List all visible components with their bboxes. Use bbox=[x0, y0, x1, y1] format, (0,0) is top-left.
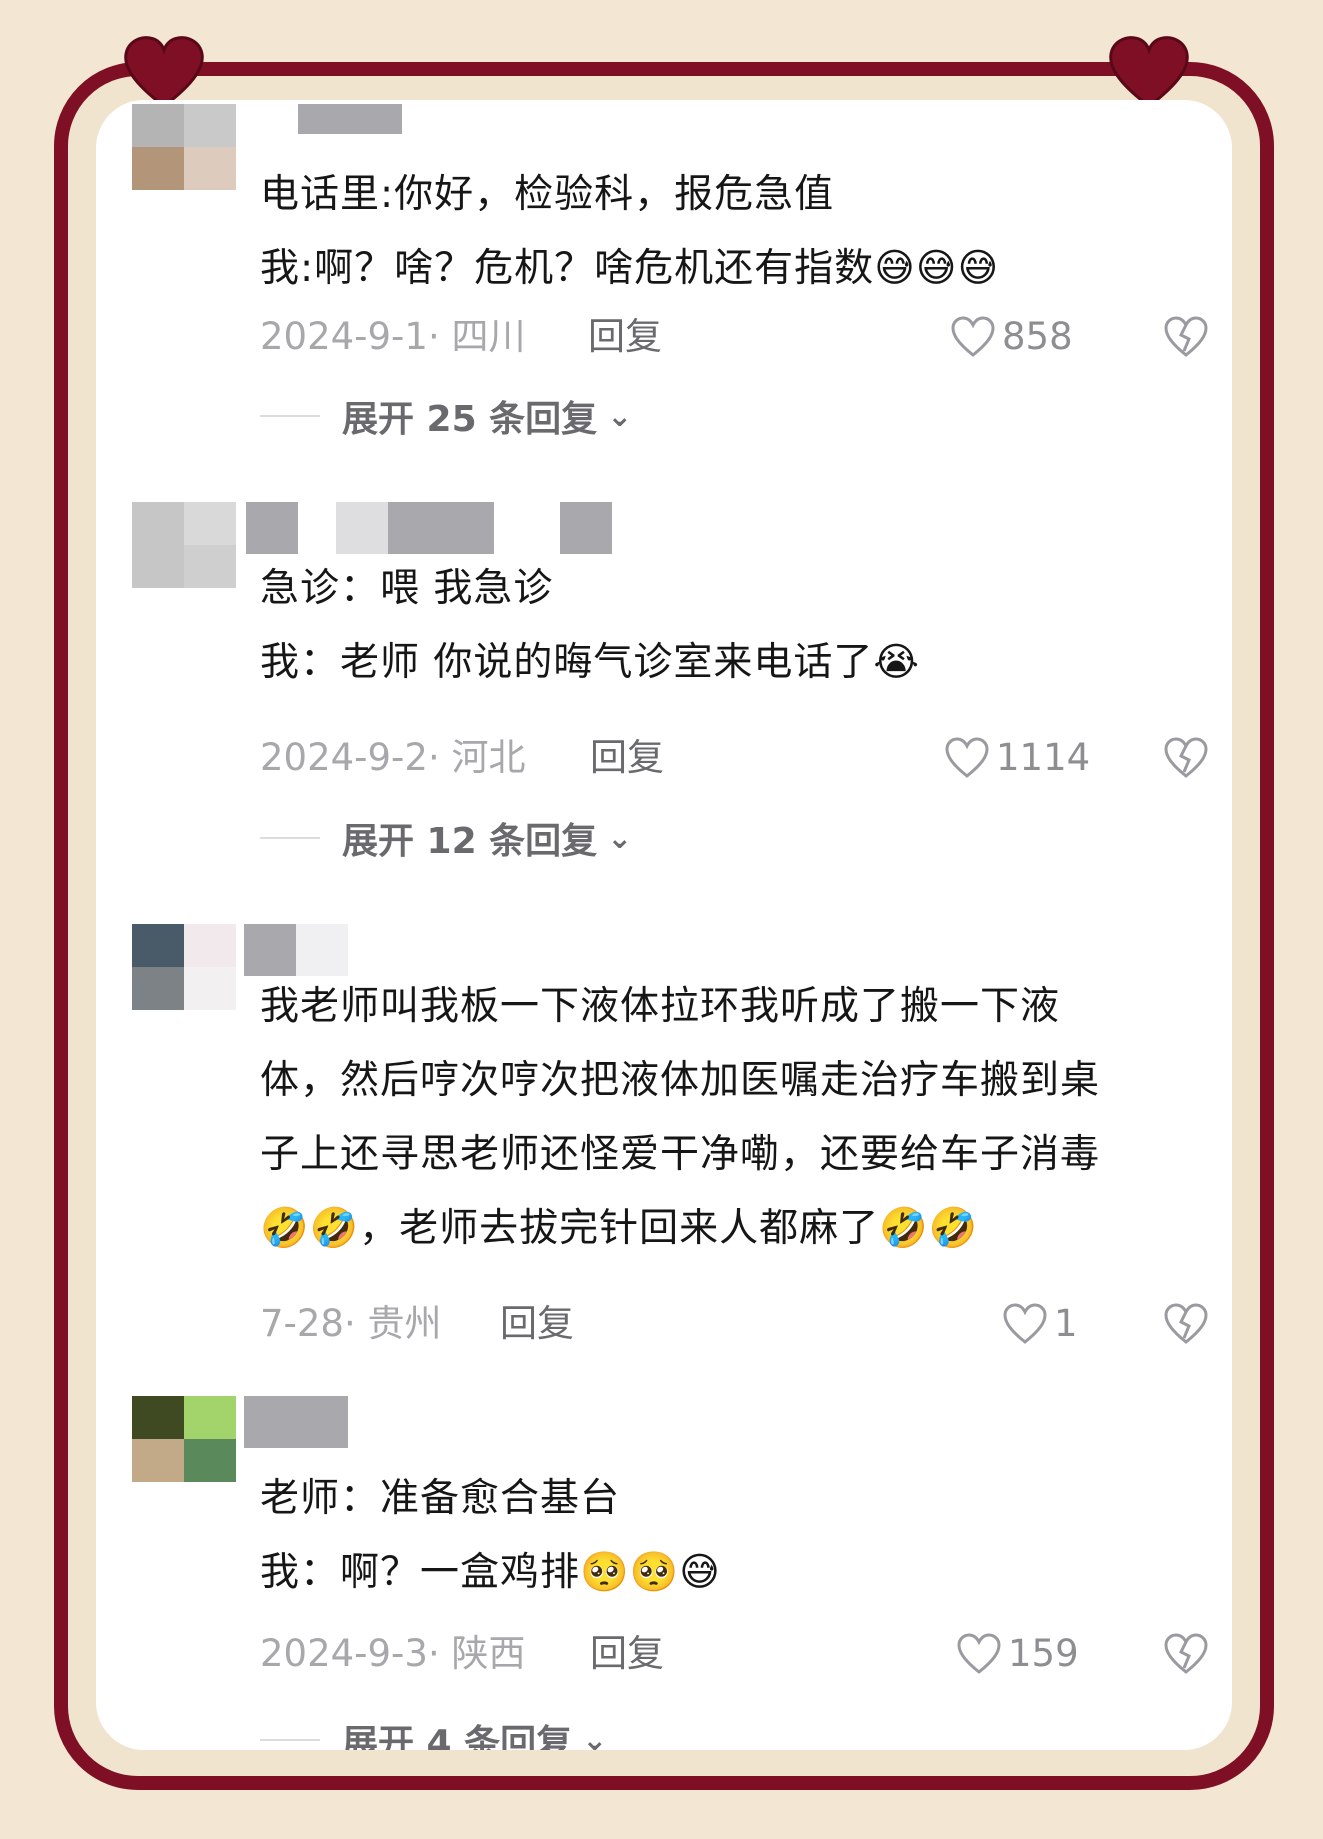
divider bbox=[260, 415, 320, 417]
avatar[interactable] bbox=[132, 104, 236, 190]
divider bbox=[260, 1739, 320, 1741]
like-heart-icon bbox=[951, 316, 995, 357]
comment-date-location: 2024-9-2· 河北 bbox=[260, 736, 526, 779]
chevron-down-icon: ⌄ bbox=[582, 1722, 608, 1751]
like-button[interactable]: 858 bbox=[950, 313, 1073, 361]
comment-meta: 7-28· 贵州 回复 1 bbox=[260, 1300, 1210, 1348]
like-button[interactable]: 1 bbox=[1002, 1300, 1078, 1348]
heart-decoration-icon bbox=[124, 36, 204, 108]
like-button[interactable]: 159 bbox=[956, 1630, 1079, 1678]
like-heart-icon bbox=[957, 1633, 1001, 1674]
expand-replies-label: 展开 4 条回复 bbox=[342, 1723, 573, 1750]
expand-replies-label: 展开 12 条回复 bbox=[342, 821, 598, 862]
comment-text: 我老师叫我板一下液体拉环我听成了搬一下液 体，然后哼次哼次把液体加医嘱走治疗车搬… bbox=[260, 984, 1101, 1251]
comment-text: 老师：准备愈合基台 我：啊？一盒鸡排🥺🥺😅 bbox=[260, 1476, 721, 1595]
expand-replies-button[interactable]: 展开 12 条回复 ⌄ bbox=[260, 814, 632, 862]
comment-meta: 2024-9-3· 陕西 回复 159 bbox=[260, 1630, 1210, 1678]
comment-text: 电话里:你好，检验科，报危急值 我:啊？啥？危机？啥危机还有指数😅😅😅 bbox=[260, 172, 1000, 291]
heart-decoration-icon bbox=[1109, 36, 1189, 108]
expand-replies-label: 展开 25 条回复 bbox=[342, 399, 598, 440]
dislike-broken-heart-icon[interactable] bbox=[1162, 1630, 1210, 1678]
reply-button[interactable]: 回复 bbox=[500, 1300, 574, 1348]
like-heart-icon bbox=[945, 737, 989, 778]
like-heart-icon bbox=[1003, 1303, 1047, 1344]
comment-date-location: 2024-9-3· 陕西 bbox=[260, 1632, 526, 1675]
comments-card: 电话里:你好，检验科，报危急值 我:啊？啥？危机？啥危机还有指数😅😅😅 2024… bbox=[96, 100, 1232, 1750]
comment-meta: 2024-9-2· 河北 回复 1114 bbox=[260, 734, 1210, 782]
chevron-down-icon: ⌄ bbox=[607, 820, 633, 856]
like-count: 1114 bbox=[996, 736, 1091, 779]
like-count: 858 bbox=[1002, 315, 1073, 358]
reply-button[interactable]: 回复 bbox=[590, 734, 664, 782]
comment-date-location: 7-28· 贵州 bbox=[260, 1302, 442, 1345]
dislike-broken-heart-icon[interactable] bbox=[1162, 1300, 1210, 1348]
comment-date-location: 2024-9-1· 四川 bbox=[260, 315, 526, 358]
chevron-down-icon: ⌄ bbox=[607, 398, 633, 434]
like-count: 1 bbox=[1054, 1302, 1078, 1345]
like-button[interactable]: 1114 bbox=[944, 734, 1090, 782]
reply-button[interactable]: 回复 bbox=[590, 1630, 664, 1678]
reply-button[interactable]: 回复 bbox=[588, 313, 662, 361]
like-count: 159 bbox=[1008, 1632, 1079, 1675]
dislike-broken-heart-icon[interactable] bbox=[1162, 313, 1210, 361]
avatar[interactable] bbox=[132, 502, 236, 588]
expand-replies-button[interactable]: 展开 4 条回复 ⌄ bbox=[260, 1716, 607, 1750]
expand-replies-button[interactable]: 展开 25 条回复 ⌄ bbox=[260, 392, 632, 440]
dislike-broken-heart-icon[interactable] bbox=[1162, 734, 1210, 782]
comment-meta: 2024-9-1· 四川 回复 858 bbox=[260, 313, 1210, 361]
avatar[interactable] bbox=[132, 1396, 236, 1482]
comment-text: 急诊：喂 我急诊 我：老师 你说的晦气诊室来电话了😭 bbox=[260, 566, 920, 685]
divider bbox=[260, 837, 320, 839]
avatar[interactable] bbox=[132, 924, 236, 1010]
